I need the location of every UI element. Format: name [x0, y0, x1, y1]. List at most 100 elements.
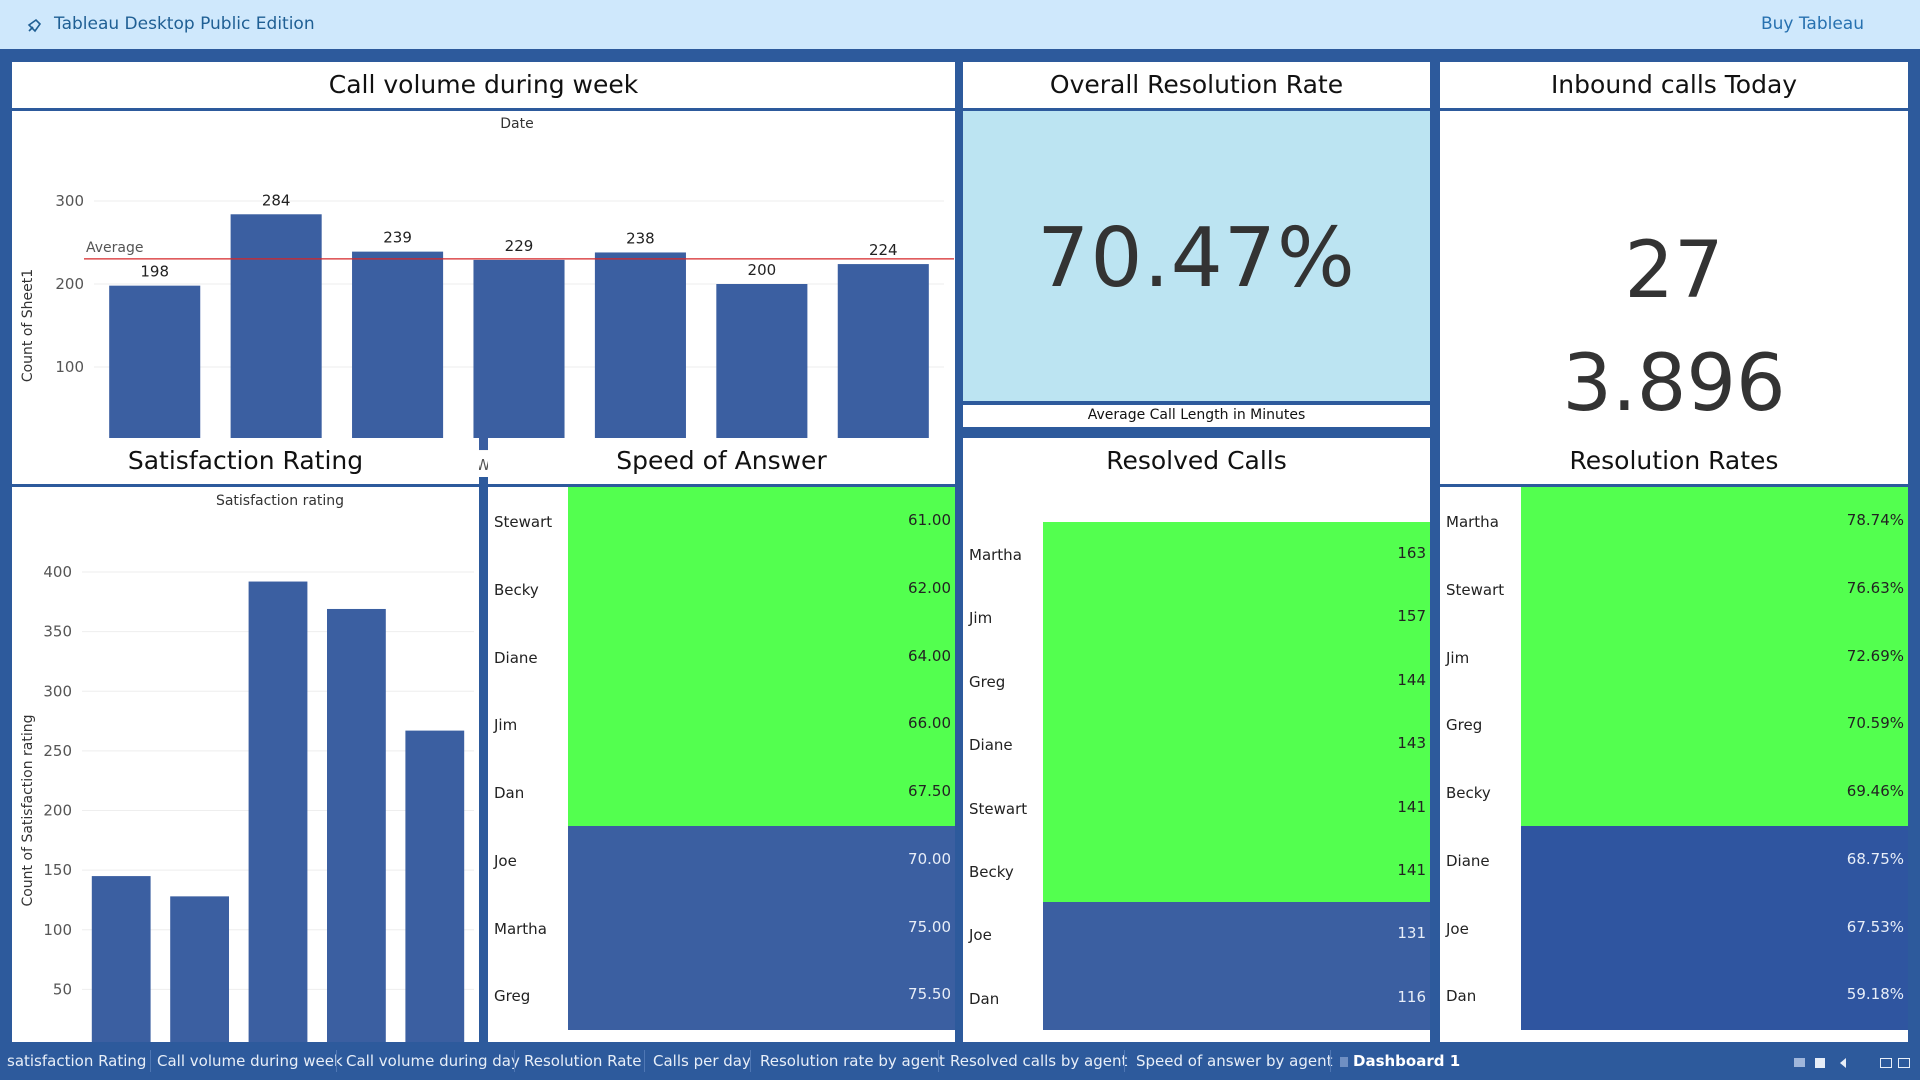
tab-satisfaction-rating[interactable]: satisfaction Rating — [7, 1052, 146, 1070]
sheet-tabs: satisfaction Rating Call volume during w… — [0, 1042, 1920, 1080]
row-value: 67.50 — [908, 782, 951, 800]
fullscreen-icon[interactable] — [1880, 1058, 1892, 1068]
bar-value-label: 238 — [626, 229, 655, 247]
bar — [716, 284, 808, 450]
tab-resolved-by-agent[interactable]: Resolved calls by agent — [950, 1052, 1127, 1070]
row-name: Greg — [1446, 716, 1483, 735]
table-cell-bg — [1043, 585, 1430, 650]
row-name: Jim — [494, 716, 518, 735]
row-value: 75.50 — [908, 985, 951, 1004]
tab-call-volume-week[interactable]: Call volume during week — [157, 1052, 343, 1070]
tab-speed-by-agent[interactable]: Speed of answer by agent — [1136, 1052, 1332, 1070]
row-name: Greg — [494, 987, 531, 1006]
call-volume-chart-panel: Date 0100200300Count of Sheet1198Sunday2… — [12, 111, 955, 477]
satisfaction-chart-panel: Satisfaction rating 05010015020025030035… — [12, 487, 479, 1080]
y-tick-label: 350 — [43, 623, 72, 641]
presentation-mode-icon[interactable] — [1898, 1058, 1910, 1068]
row-name: Becky — [969, 862, 1014, 881]
tab-divider — [514, 1050, 515, 1072]
table-cell-bg — [568, 758, 955, 827]
y-tick-label: 100 — [55, 358, 84, 376]
tab-resolution-by-agent[interactable]: Resolution rate by agent — [760, 1052, 945, 1070]
table-cell-bg — [568, 487, 955, 556]
tab-resolution-rate[interactable]: Resolution Rate — [524, 1052, 642, 1070]
table-cell-bg — [1043, 712, 1430, 776]
filmstrip-view-icon[interactable] — [1794, 1058, 1805, 1067]
tab-calls-per-day[interactable]: Calls per day — [653, 1052, 751, 1070]
y-tick-label: 400 — [43, 563, 72, 581]
row-name: Diane — [494, 648, 538, 667]
y-tick-label: 200 — [55, 275, 84, 293]
resolved-title: Resolved Calls — [1106, 446, 1287, 475]
bar — [170, 896, 229, 1049]
tab-divider — [1330, 1050, 1331, 1072]
row-value: 62.00 — [908, 578, 951, 597]
row-name: Diane — [969, 736, 1013, 755]
row-name: Stewart — [1446, 580, 1505, 599]
row-name: Dan — [494, 784, 525, 802]
buy-tableau-link[interactable]: Buy Tableau — [1761, 14, 1864, 34]
table-cell-bg — [568, 961, 955, 1030]
inbound-kpi: 27 3.896 — [1440, 111, 1908, 477]
bar — [230, 214, 322, 450]
resolution-rate-kpi: 70.47% — [963, 111, 1430, 401]
top-bar: Tableau Desktop Public Edition Buy Table… — [0, 0, 1920, 49]
row-value: 76.63% — [1846, 578, 1904, 597]
y-tick-label: 200 — [43, 802, 72, 820]
row-value: 78.74% — [1846, 511, 1904, 529]
row-value: 69.46% — [1846, 782, 1904, 800]
bar-value-label: 229 — [505, 237, 534, 255]
tab-divider — [1124, 1050, 1125, 1072]
row-name: Becky — [1446, 784, 1491, 802]
speed-table-panel: Stewart 61.00 Becky 62.00 Diane 64.00 Jim 66.00… — [488, 487, 955, 1080]
bar — [327, 608, 386, 1049]
resolution-rate-title-panel: Overall Resolution Rate — [963, 62, 1430, 108]
bar — [473, 259, 565, 450]
sheet-sorter-icon[interactable] — [1815, 1058, 1825, 1068]
bar — [248, 581, 308, 1049]
row-name: Stewart — [969, 799, 1028, 818]
table-cell-bg — [1043, 648, 1430, 713]
bar-value-label: 198 — [140, 263, 169, 281]
y-axis-title: Count of Satisfaction rating — [20, 714, 36, 906]
row-name: Dan — [969, 989, 1000, 1008]
bar-value-label: 284 — [262, 191, 291, 209]
table-cell-bg — [568, 690, 955, 759]
table-cell-bg — [568, 893, 955, 962]
table-cell-bg — [568, 554, 955, 623]
y-axis-title: Count of Sheet1 — [20, 269, 36, 382]
row-name: Dan — [1446, 987, 1477, 1006]
row-value: 66.00 — [908, 714, 951, 733]
tab-dashboard-1[interactable]: Dashboard 1 — [1353, 1052, 1460, 1070]
table-cell-bg — [568, 622, 955, 691]
inbound-title-panel: Inbound calls Today — [1440, 62, 1908, 108]
row-value: 70.59% — [1846, 714, 1904, 733]
tab-call-volume-day[interactable]: Call volume during day — [346, 1052, 520, 1070]
y-tick-label: 300 — [55, 192, 84, 210]
app-title: Tableau Desktop Public Edition — [54, 14, 315, 34]
y-tick-label: 150 — [43, 861, 72, 879]
row-value: 143 — [1397, 734, 1426, 753]
row-value: 64.00 — [908, 646, 951, 665]
row-name: Diane — [1446, 851, 1490, 870]
row-name: Martha — [494, 919, 547, 938]
y-tick-label: 250 — [43, 742, 72, 760]
bar — [405, 730, 465, 1049]
row-name: Greg — [969, 672, 1006, 691]
row-name: Joe — [494, 851, 517, 870]
speed-title: Speed of Answer — [616, 446, 827, 475]
bar — [837, 264, 929, 450]
scroll-left-icon[interactable] — [1840, 1058, 1846, 1068]
table-cell-bg — [1043, 902, 1430, 967]
avg-call-length-label: Average Call Length in Minutes — [1087, 407, 1306, 423]
table-cell-bg — [1043, 775, 1430, 840]
call-volume-bar-chart: 0100200300Count of Sheet1198Sunday284Mon… — [20, 191, 954, 474]
row-name: Jim — [969, 609, 993, 628]
y-tick-label: 50 — [53, 980, 72, 998]
row-value: 61.00 — [908, 511, 951, 529]
row-name: Jim — [1446, 648, 1470, 667]
row-name: Stewart — [494, 513, 553, 531]
avg-call-length-value: 3.896 — [1562, 339, 1786, 429]
table-cell-bg — [1043, 965, 1430, 1030]
dashboard: Call volume during week Date 0100200300C… — [0, 49, 1920, 1080]
